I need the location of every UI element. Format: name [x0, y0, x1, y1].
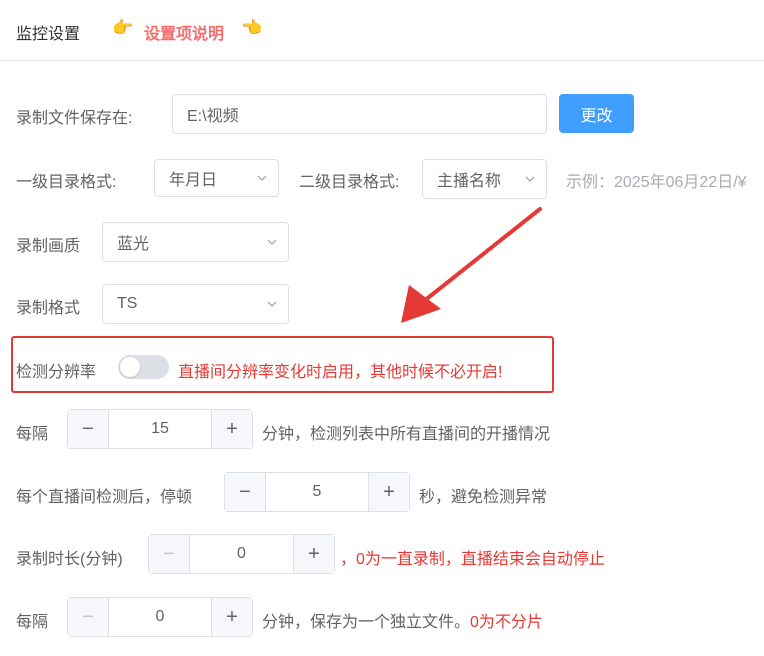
chevron-down-icon	[267, 301, 277, 307]
page-title: 监控设置	[16, 26, 81, 43]
pause-label: 每个直播间检测后，停顿	[16, 489, 193, 506]
split-suffix: 分钟，保存为一个独立文件。	[262, 614, 471, 631]
dir-level1-select[interactable]: 年月日	[154, 159, 279, 197]
decrease-button[interactable]: −	[68, 598, 109, 636]
resolution-detect-note: 直播间分辨率变化时启用，其他时候不必开启!	[178, 364, 503, 381]
resolution-detect-switch[interactable]	[118, 355, 169, 379]
header-divider	[0, 60, 764, 61]
quality-label: 录制画质	[16, 238, 81, 255]
format-value: TS	[117, 295, 138, 312]
decrease-button[interactable]: −	[68, 410, 109, 448]
increase-button[interactable]: +	[368, 473, 409, 511]
dir-format-example: 示例：2025年06月22日/¥	[566, 174, 747, 191]
increase-button[interactable]: +	[293, 535, 334, 573]
split-note: 0为不分片	[470, 614, 543, 631]
settings-help-link[interactable]: 设置项说明	[144, 20, 224, 44]
change-path-button[interactable]: 更改	[559, 94, 634, 133]
interval-stepper[interactable]: − 15 +	[67, 409, 253, 449]
format-select[interactable]: TS	[102, 284, 289, 324]
dir-level1-label: 一级目录格式:	[16, 174, 117, 191]
quality-value: 蓝光	[117, 236, 150, 253]
pause-value[interactable]: 5	[266, 473, 368, 511]
save-path-label: 录制文件保存在:	[16, 110, 133, 127]
duration-note: ，0为一直录制，直播结束会自动停止	[340, 551, 605, 568]
increase-button[interactable]: +	[211, 410, 252, 448]
duration-stepper[interactable]: − 0 +	[148, 534, 335, 574]
switch-knob	[120, 357, 140, 377]
decrease-button[interactable]: −	[225, 473, 266, 511]
chevron-down-icon	[267, 239, 277, 245]
dir-level2-label: 二级目录格式:	[299, 174, 400, 191]
interval-label: 每隔	[16, 426, 49, 443]
quality-select[interactable]: 蓝光	[102, 222, 289, 262]
format-label: 录制格式	[16, 300, 81, 317]
interval-value[interactable]: 15	[109, 410, 211, 448]
interval-suffix: 分钟，检测列表中所有直播间的开播情况	[262, 426, 551, 443]
pointing-right-hand-icon: 👉	[112, 18, 134, 37]
save-path-value: E:\视频	[187, 108, 239, 125]
dir-level1-value: 年月日	[169, 172, 218, 189]
split-stepper[interactable]: − 0 +	[67, 597, 253, 637]
dir-level2-select[interactable]: 主播名称	[422, 159, 547, 199]
dir-level2-value: 主播名称	[437, 173, 502, 190]
decrease-button[interactable]: −	[149, 535, 190, 573]
annotation-arrow	[401, 207, 542, 323]
save-path-input[interactable]: E:\视频	[172, 94, 547, 134]
duration-label: 录制时长(分钟)	[16, 551, 123, 568]
pause-stepper[interactable]: − 5 +	[224, 472, 410, 512]
split-label: 每隔	[16, 614, 49, 631]
pause-suffix: 秒，避免检测异常	[419, 489, 548, 506]
split-value[interactable]: 0	[109, 598, 211, 636]
chevron-down-icon	[257, 175, 267, 181]
resolution-detect-label: 检测分辨率	[16, 364, 97, 381]
duration-value[interactable]: 0	[190, 535, 293, 573]
increase-button[interactable]: +	[211, 598, 252, 636]
chevron-down-icon	[525, 176, 535, 182]
pointing-left-hand-icon: 👈	[241, 18, 263, 37]
